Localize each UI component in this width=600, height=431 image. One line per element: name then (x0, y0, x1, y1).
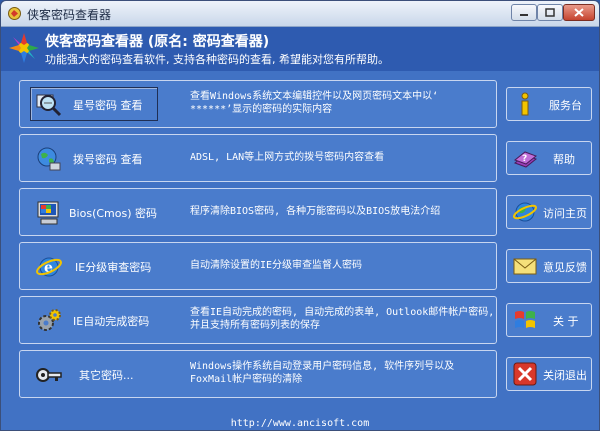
feature-panel-ie-autocomplete: IE自动完成密码 查看IE自动完成的密码, 自动完成的表单, Outlook邮件… (19, 296, 497, 344)
logo-icon (9, 33, 39, 63)
header-banner: 侠客密码查看器 (原名: 密码查看器) 功能强大的密码查看软件, 支持各种密码的… (1, 27, 599, 71)
magnifier-icon (36, 94, 62, 117)
app-icon (8, 7, 21, 20)
visit-homepage-button[interactable]: 访问主页 (506, 195, 592, 229)
info-icon (521, 92, 529, 116)
svg-text:?: ? (522, 154, 527, 164)
web-globe-icon (512, 202, 538, 222)
ie-rating-password-description: 自动清除设置的IE分级审查监督人密码 (190, 260, 363, 271)
feature-panel-other: 其它密码... Windows操作系统自动登录用户密码信息, 软件序列号以及Fo… (19, 350, 497, 398)
window-title: 侠客密码查看器 (27, 8, 112, 22)
minimize-icon (520, 14, 528, 16)
about-label: 关 于 (553, 315, 579, 328)
feedback-button[interactable]: 意见反馈 (506, 249, 592, 283)
key-icon (36, 368, 62, 382)
feature-panel-bios: Bios(Cmos) 密码 程序清除BIOS密码, 各种万能密码以及BIOS放电… (19, 188, 497, 236)
gears-icon (38, 309, 61, 331)
close-icon (574, 8, 584, 17)
feature-panel-ie-rating: e IE分级审查密码 自动清除设置的IE分级审查监督人密码 (19, 242, 497, 290)
ie-icon: e (36, 257, 62, 277)
feature-panel-asterisk: 星号密码 查看 查看Windows系统文本编辑控件以及网页密码文本中以‘ ***… (19, 80, 497, 128)
ie-autocomplete-password-button[interactable]: IE自动完成密码 (30, 303, 158, 337)
close-exit-button[interactable]: 关闭退出 (506, 357, 592, 391)
main-window: 侠客密码查看器 侠客密码查看器 (原名: 密码查看器) 功能强大的密码查看软件,… (0, 0, 600, 431)
app-subtitle: 功能强大的密码查看软件, 支持各种密码的查看, 希望能对您有所帮助。 (45, 53, 389, 66)
exit-icon (513, 362, 537, 386)
ie-rating-password-button[interactable]: e IE分级审查密码 (30, 249, 158, 283)
other-password-label: 其它密码... (79, 369, 134, 382)
maximize-button[interactable] (537, 4, 563, 21)
feature-panel-dialup: 拨号密码 查看 ADSL, LAN等上网方式的拨号密码内容查看 (19, 134, 497, 182)
dialup-password-description: ADSL, LAN等上网方式的拨号密码内容查看 (190, 152, 385, 163)
footer: http://www.ancisoft.com (1, 411, 599, 430)
help-label: 帮助 (553, 153, 575, 166)
asterisk-password-description: 查看Windows系统文本编辑控件以及网页密码文本中以‘ ******’显示的密… (190, 91, 439, 115)
service-desk-label: 服务台 (549, 99, 582, 112)
feedback-label: 意见反馈 (543, 261, 587, 274)
close-exit-label: 关闭退出 (543, 369, 587, 382)
content-area: 星号密码 查看 查看Windows系统文本编辑控件以及网页密码文本中以‘ ***… (1, 71, 599, 411)
other-password-button[interactable]: 其它密码... (30, 357, 158, 391)
ie-autocomplete-password-label: IE自动完成密码 (73, 315, 150, 328)
homepage-link[interactable]: http://www.ancisoft.com (231, 418, 369, 429)
globe-network-icon (37, 147, 61, 171)
computer-icon (37, 201, 59, 225)
ie-autocomplete-password-description: 查看IE自动完成的密码, 自动完成的表单, Outlook邮件帐户密码, 并且支… (190, 307, 495, 331)
app-heading: 侠客密码查看器 (原名: 密码查看器) (45, 34, 270, 50)
bios-password-label: Bios(Cmos) 密码 (69, 207, 157, 220)
minimize-button[interactable] (511, 4, 537, 21)
bios-password-description: 程序清除BIOS密码, 各种万能密码以及BIOS放电法介绍 (190, 206, 441, 217)
help-book-icon: ? (513, 151, 538, 168)
help-button[interactable]: ? 帮助 (506, 141, 592, 175)
other-password-description: Windows操作系统自动登录用户密码信息, 软件序列号以及FoxMail帐户密… (190, 361, 455, 385)
asterisk-password-button[interactable]: 星号密码 查看 (30, 87, 158, 121)
bios-password-button[interactable]: Bios(Cmos) 密码 (30, 195, 158, 229)
service-desk-button[interactable]: 服务台 (506, 87, 592, 121)
asterisk-password-label: 星号密码 查看 (73, 99, 143, 112)
dialup-password-label: 拨号密码 查看 (73, 153, 143, 166)
visit-homepage-label: 访问主页 (543, 207, 587, 220)
ie-rating-password-label: IE分级审查密码 (75, 261, 152, 274)
close-button[interactable] (563, 4, 595, 21)
title-bar[interactable]: 侠客密码查看器 (1, 1, 599, 27)
maximize-icon (545, 8, 555, 17)
windows-logo-icon (515, 311, 535, 328)
about-button[interactable]: 关 于 (506, 303, 592, 337)
mail-icon (513, 258, 537, 275)
dialup-password-button[interactable]: 拨号密码 查看 (30, 141, 158, 175)
